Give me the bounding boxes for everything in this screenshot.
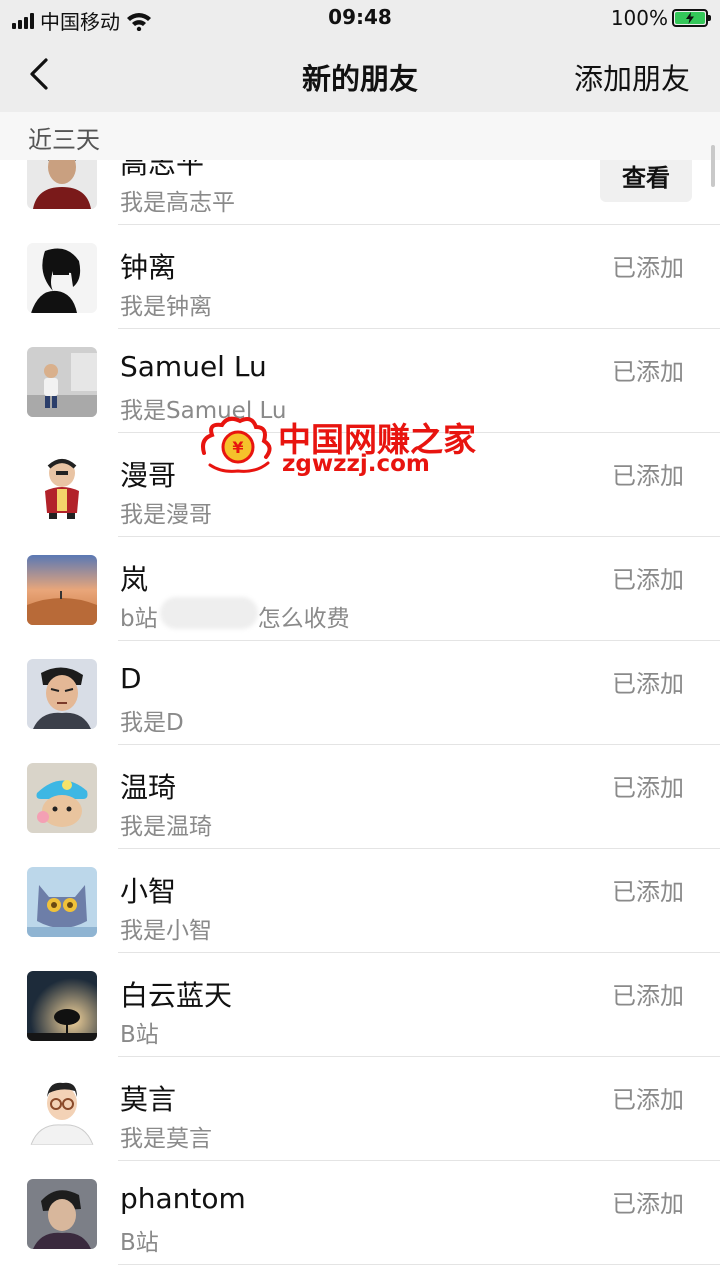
list-item[interactable]: 温琦 我是温琦 已添加	[0, 745, 720, 849]
view-button[interactable]: 查看	[600, 154, 692, 202]
list-item[interactable]: 白云蓝天 B站 已添加	[0, 953, 720, 1057]
contact-message: 我是钟离	[120, 294, 212, 320]
message-prefix: b站	[120, 606, 158, 632]
contact-name: D	[120, 662, 142, 695]
avatar	[27, 763, 97, 833]
avatar	[27, 451, 97, 521]
section-label: 近三天	[28, 126, 100, 154]
list-item[interactable]: 岚 b站 怎么收费 已添加	[0, 537, 720, 641]
navigation-bar: 新的朋友 添加朋友	[0, 36, 720, 112]
avatar	[27, 1179, 97, 1249]
added-status: 已添加	[612, 670, 684, 698]
charging-bolt-icon	[686, 12, 694, 24]
status-bar: 中国移动 09:48 100%	[0, 0, 720, 36]
avatar	[27, 555, 97, 625]
added-status: 已添加	[612, 1086, 684, 1114]
add-friend-button[interactable]: 添加朋友	[574, 56, 690, 98]
friend-request-list: 高志平 我是高志平 查看 钟离 我是钟离 已添加 Samuel Lu 我是Sam…	[0, 121, 720, 1280]
status-right: 100%	[610, 6, 711, 30]
added-status: 已添加	[612, 1190, 684, 1218]
added-status: 已添加	[612, 254, 684, 282]
avatar	[27, 659, 97, 729]
avatar	[27, 347, 97, 417]
contact-name: 小智	[120, 875, 177, 908]
list-item[interactable]: 莫言 我是莫言 已添加	[0, 1057, 720, 1161]
added-status: 已添加	[612, 358, 684, 386]
contact-message: 我是D	[120, 710, 184, 736]
contact-name: 漫哥	[120, 459, 177, 492]
section-header: 近三天	[0, 112, 720, 160]
contact-message: 我是小智	[120, 918, 212, 944]
added-status: 已添加	[612, 982, 684, 1010]
contact-name: 白云蓝天	[120, 979, 233, 1012]
avatar	[27, 1075, 97, 1145]
contact-message: B站	[120, 1230, 159, 1256]
battery-icon	[672, 9, 711, 27]
watermark: ¥ 中国网赚之家 zgwzzj.com	[198, 413, 476, 479]
avatar	[27, 243, 97, 313]
added-status: 已添加	[612, 878, 684, 906]
contact-message: 我是莫言	[120, 1126, 212, 1152]
contact-name: 莫言	[120, 1083, 177, 1116]
divider	[118, 1264, 720, 1265]
list-item[interactable]: phantom B站 已添加	[0, 1161, 720, 1265]
redacted-blur	[160, 597, 258, 629]
message-suffix: 怎么收费	[257, 606, 350, 632]
watermark-url: zgwzzj.com	[282, 451, 430, 477]
added-status: 已添加	[612, 566, 684, 594]
battery-percent: 100%	[610, 6, 668, 30]
scrollbar[interactable]	[711, 145, 715, 187]
list-item[interactable]: D 我是D 已添加	[0, 641, 720, 745]
contact-message: 我是温琦	[120, 814, 212, 840]
watermark-logo-icon: ¥	[201, 416, 272, 473]
contact-message: 我是漫哥	[120, 502, 212, 528]
added-status: 已添加	[612, 774, 684, 802]
contact-name: 温琦	[120, 771, 177, 804]
avatar	[27, 971, 97, 1041]
contact-name: 岚	[120, 563, 149, 596]
list-item[interactable]: 小智 我是小智 已添加	[0, 849, 720, 953]
list-item[interactable]: 钟离 我是钟离 已添加	[0, 225, 720, 329]
contact-message: 我是高志平	[120, 190, 235, 216]
contact-message: B站	[120, 1022, 159, 1048]
contact-name: 钟离	[120, 251, 177, 284]
contact-name: Samuel Lu	[120, 350, 267, 383]
avatar	[27, 867, 97, 937]
added-status: 已添加	[612, 462, 684, 490]
contact-name: phantom	[120, 1182, 246, 1215]
svg-text:¥: ¥	[232, 438, 243, 457]
